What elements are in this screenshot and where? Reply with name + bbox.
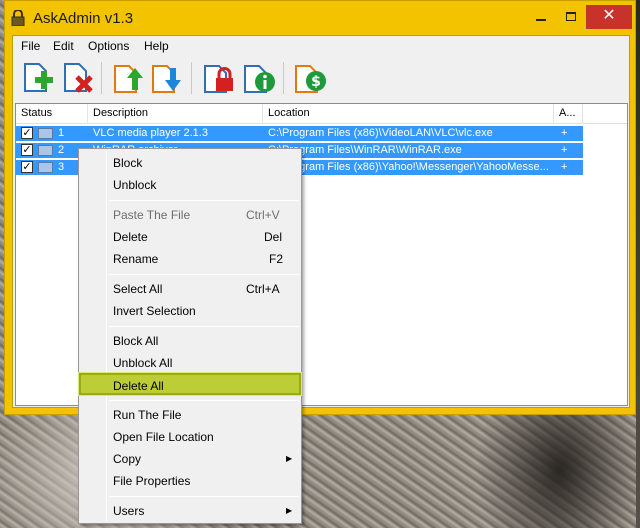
menu-item-rename[interactable]: Rename F2 [81, 248, 299, 270]
close-button[interactable]: ✕ [586, 5, 632, 29]
row-description: VLC media player 2.1.3 [93, 127, 208, 139]
export-icon[interactable] [149, 60, 185, 96]
menu-item-label: Invert Selection [113, 304, 196, 318]
menu-item-block[interactable]: Block [81, 152, 299, 174]
menu-item-label: Select All [113, 282, 163, 296]
row-checkbox[interactable]: ✓ [21, 161, 33, 173]
maximize-button[interactable] [556, 5, 586, 29]
window-title: AskAdmin v1.3 [33, 10, 134, 27]
menu-item-unblock-all[interactable]: Unblock All [81, 352, 299, 374]
menu-item-select-all[interactable]: Select All Ctrl+A [81, 278, 299, 300]
remove-file-icon[interactable] [59, 60, 95, 96]
toolbar: $ [13, 56, 629, 102]
menu-item-label: Block [113, 156, 143, 170]
import-icon[interactable] [111, 60, 147, 96]
row-app-icon [38, 128, 53, 139]
maximize-icon [566, 12, 576, 21]
menu-item-label: Open File Location [113, 430, 214, 444]
menu-bar: File Edit Options Help [13, 36, 629, 56]
row-location: C:\Program Files\WinRAR\WinRAR.exe [268, 144, 462, 156]
menu-item-shortcut: Ctrl+V [246, 208, 280, 222]
minimize-icon [536, 19, 546, 21]
menu-separator [109, 274, 299, 275]
toolbar-separator [283, 62, 284, 94]
menu-help[interactable]: Help [144, 39, 169, 53]
column-status[interactable]: Status [16, 104, 88, 124]
menu-item-paste-the-file: Paste The File Ctrl+V [81, 204, 299, 226]
menu-item-open-file-location[interactable]: Open File Location [81, 426, 299, 448]
list-header: Status Description Location A... [16, 104, 627, 124]
column-location[interactable]: Location [263, 104, 554, 124]
menu-item-label: Delete All [113, 379, 164, 393]
info-icon[interactable] [241, 60, 277, 96]
toolbar-separator [101, 62, 102, 94]
row-a: + [561, 144, 568, 156]
menu-item-label: Delete [113, 230, 148, 244]
desktop-edge [636, 0, 640, 528]
menu-edit[interactable]: Edit [53, 39, 74, 53]
title-bar[interactable]: AskAdmin v1.3 ✕ [5, 1, 635, 35]
minimize-button[interactable] [526, 5, 556, 29]
menu-separator [109, 400, 299, 401]
row-location: C:\Program Files (x86)\VideoLAN\VLC\vlc.… [268, 127, 493, 139]
menu-file[interactable]: File [21, 39, 40, 53]
row-location: C:\Program Files (x86)\Yahoo!\Messenger\… [268, 161, 549, 173]
menu-item-label: File Properties [113, 474, 191, 488]
row-checkbox[interactable]: ✓ [21, 127, 33, 139]
menu-item-shortcut: F2 [269, 252, 284, 266]
row-checkbox[interactable]: ✓ [21, 144, 33, 156]
menu-item-shortcut: Del [264, 230, 283, 244]
menu-separator [109, 326, 299, 327]
row-a: + [561, 161, 568, 173]
row-app-icon [38, 162, 53, 173]
menu-separator [109, 200, 299, 201]
menu-item-delete-all[interactable]: Delete All [79, 373, 301, 395]
menu-item-label: Paste The File [113, 208, 191, 222]
submenu-arrow-icon: ▶ [286, 506, 293, 515]
menu-item-run-the-file[interactable]: Run The File [81, 404, 299, 426]
menu-separator [109, 496, 299, 497]
row-number: 1 [58, 127, 65, 139]
menu-item-label: Unblock All [113, 356, 173, 370]
menu-item-label: Block All [113, 334, 159, 348]
column-a[interactable]: A... [554, 104, 583, 124]
menu-item-label: Copy [113, 452, 142, 466]
column-description[interactable]: Description [88, 104, 263, 124]
close-icon: ✕ [602, 7, 616, 24]
menu-item-unblock[interactable]: Unblock [81, 174, 299, 196]
menu-item-users[interactable]: Users ▶ [81, 500, 299, 522]
menu-item-invert-selection[interactable]: Invert Selection [81, 300, 299, 322]
add-file-icon[interactable] [19, 60, 55, 96]
lock-icon[interactable] [201, 60, 237, 96]
menu-item-label: Rename [113, 252, 159, 266]
toolbar-separator [191, 62, 192, 94]
menu-item-label: Unblock [113, 178, 157, 192]
table-row[interactable]: ✓ 1 VLC media player 2.1.3 C:\Program Fi… [16, 126, 583, 141]
menu-item-file-properties[interactable]: File Properties [81, 470, 299, 492]
submenu-arrow-icon: ▶ [286, 454, 293, 463]
row-app-icon [38, 145, 53, 156]
svg-text:$: $ [311, 74, 321, 90]
menu-item-shortcut: Ctrl+A [246, 282, 280, 296]
menu-item-copy[interactable]: Copy ▶ [81, 448, 299, 470]
app-lock-icon [11, 10, 25, 26]
menu-item-delete[interactable]: Delete Del [81, 226, 299, 248]
menu-options[interactable]: Options [88, 39, 129, 53]
menu-item-label: Run The File [113, 408, 182, 422]
menu-item-label: Users [113, 504, 145, 518]
context-menu: Block Unblock Paste The File Ctrl+V Dele… [78, 148, 302, 524]
row-a: + [561, 127, 568, 139]
menu-item-block-all[interactable]: Block All [81, 330, 299, 352]
donate-icon[interactable]: $ [292, 60, 328, 96]
